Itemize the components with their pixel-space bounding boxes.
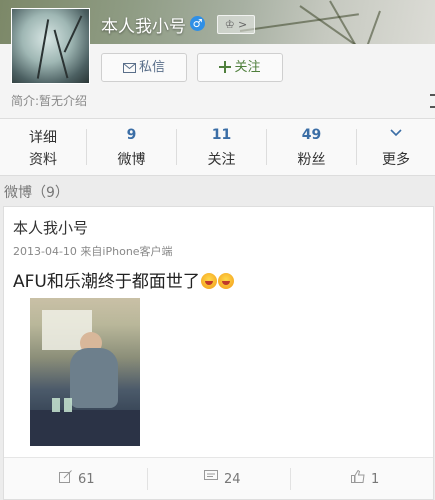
mail-icon [122, 56, 136, 83]
stat-followers[interactable]: 49 粉丝 [267, 119, 356, 175]
post-author[interactable]: 本人我小号 [13, 217, 88, 238]
repost-count: 61 [78, 472, 95, 487]
post-actions: 61 24 1 [4, 457, 433, 499]
comment-button[interactable]: 24 [204, 470, 241, 487]
post-text: AFU和乐潮终于都面世了 [13, 267, 234, 292]
post-text-content: AFU和乐潮终于都面世了 [13, 272, 200, 292]
post-card[interactable]: 本人我小号 2013-04-10 来自iPhone客户端 AFU和乐潮终于都面世… [3, 206, 434, 500]
post-image[interactable] [30, 298, 140, 446]
stat-weibo-label: 微博 [117, 152, 146, 168]
like-count: 1 [371, 472, 380, 487]
stat-details[interactable]: 详细 资料 [0, 119, 86, 175]
stat-weibo[interactable]: 9 微博 [87, 119, 176, 175]
stat-following-count: 11 [211, 127, 232, 143]
stats-bar: 详细 资料 9 微博 11 关注 49 粉丝 更多 [0, 118, 435, 176]
like-button[interactable]: 1 [351, 469, 380, 487]
stat-following-label: 关注 [207, 152, 236, 168]
message-button[interactable]: 私信 [101, 53, 187, 82]
profile-username: 本人我小号 [101, 17, 186, 37]
chevron-down-icon [357, 125, 435, 141]
post-meta: 2013-04-10 来自iPhone客户端 [13, 245, 173, 258]
stat-more-label: 更多 [382, 152, 410, 168]
laugh-emoji-icon [200, 273, 217, 289]
repost-icon [59, 470, 72, 487]
comment-count: 24 [224, 472, 241, 487]
plus-icon [219, 56, 232, 83]
profile-header: 本人我小号 ♂ ♔ > 私信 关注 简介:暂无介绍 [0, 0, 435, 118]
stat-following[interactable]: 11 关注 [177, 119, 266, 175]
laugh-emoji-icon [217, 273, 234, 289]
repost-button[interactable]: 61 [59, 470, 95, 487]
thumbs-up-icon [351, 469, 365, 487]
stat-details-line1: 详细 [29, 130, 57, 146]
edge-mark [430, 94, 435, 108]
follow-button[interactable]: 关注 [197, 53, 283, 82]
stat-more[interactable]: 更多 [357, 119, 435, 175]
message-button-label: 私信 [138, 60, 165, 75]
stat-weibo-count: 9 [126, 127, 137, 143]
male-icon: ♂ [190, 16, 205, 31]
stat-followers-label: 粉丝 [297, 152, 326, 168]
comment-icon [204, 470, 218, 487]
stat-details-line2: 资料 [29, 152, 57, 168]
profile-intro: 简介:暂无介绍 [11, 94, 88, 108]
avatar[interactable] [11, 8, 90, 84]
vip-badge[interactable]: ♔ > [217, 15, 255, 34]
section-title: 微博（9） [4, 185, 69, 201]
stat-followers-count: 49 [301, 127, 322, 143]
follow-button-label: 关注 [234, 60, 261, 75]
